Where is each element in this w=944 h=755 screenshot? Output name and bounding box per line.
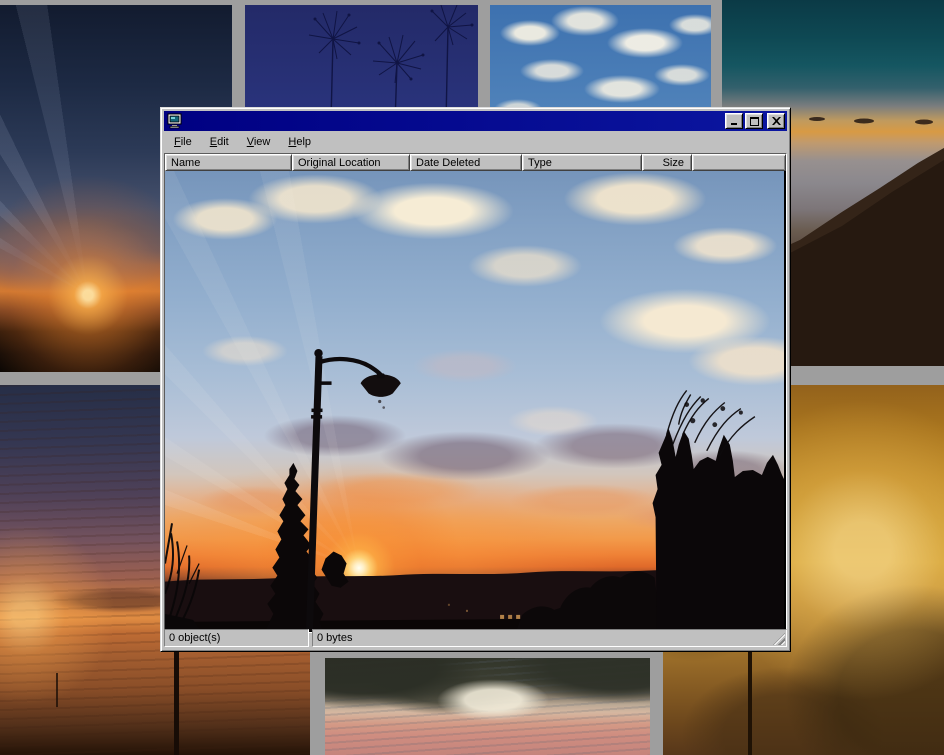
recycle-bin-window: File Edit View Help Name Original Locati… — [160, 107, 791, 652]
maximize-button[interactable] — [745, 113, 763, 129]
column-header-filler — [692, 154, 786, 171]
minimize-icon — [730, 117, 739, 126]
background-photo-water-reflection — [325, 658, 650, 755]
water-stick-silhouette — [56, 673, 58, 707]
close-icon — [772, 117, 781, 125]
column-header-type[interactable]: Type — [522, 154, 642, 171]
sunset-lamp-photo — [165, 171, 784, 631]
menu-help[interactable]: Help — [283, 134, 316, 150]
close-button[interactable] — [767, 113, 785, 129]
column-header-name[interactable]: Name — [165, 154, 292, 171]
status-bar: 0 object(s) 0 bytes — [164, 629, 787, 647]
column-header-date-deleted[interactable]: Date Deleted — [410, 154, 522, 171]
column-headers: Name Original Location Date Deleted Type… — [165, 154, 786, 171]
computer-icon[interactable] — [167, 113, 183, 129]
right-trees-silhouette — [653, 429, 784, 631]
folder-view[interactable]: Name Original Location Date Deleted Type… — [164, 153, 787, 633]
resize-grip[interactable] — [773, 633, 785, 645]
menu-view[interactable]: View — [242, 134, 276, 150]
status-object-count: 0 object(s) — [164, 629, 309, 647]
photo-silhouettes — [165, 171, 784, 631]
minimize-button[interactable] — [725, 113, 743, 129]
title-bar[interactable] — [164, 111, 787, 131]
column-header-size[interactable]: Size — [642, 154, 692, 171]
status-size-text: 0 bytes — [317, 632, 352, 644]
menu-edit[interactable]: Edit — [205, 134, 234, 150]
menu-file[interactable]: File — [169, 134, 197, 150]
status-size: 0 bytes — [312, 629, 787, 647]
menu-bar: File Edit View Help — [164, 131, 787, 153]
maximize-icon — [750, 117, 759, 126]
column-header-original-location[interactable]: Original Location — [292, 154, 410, 171]
